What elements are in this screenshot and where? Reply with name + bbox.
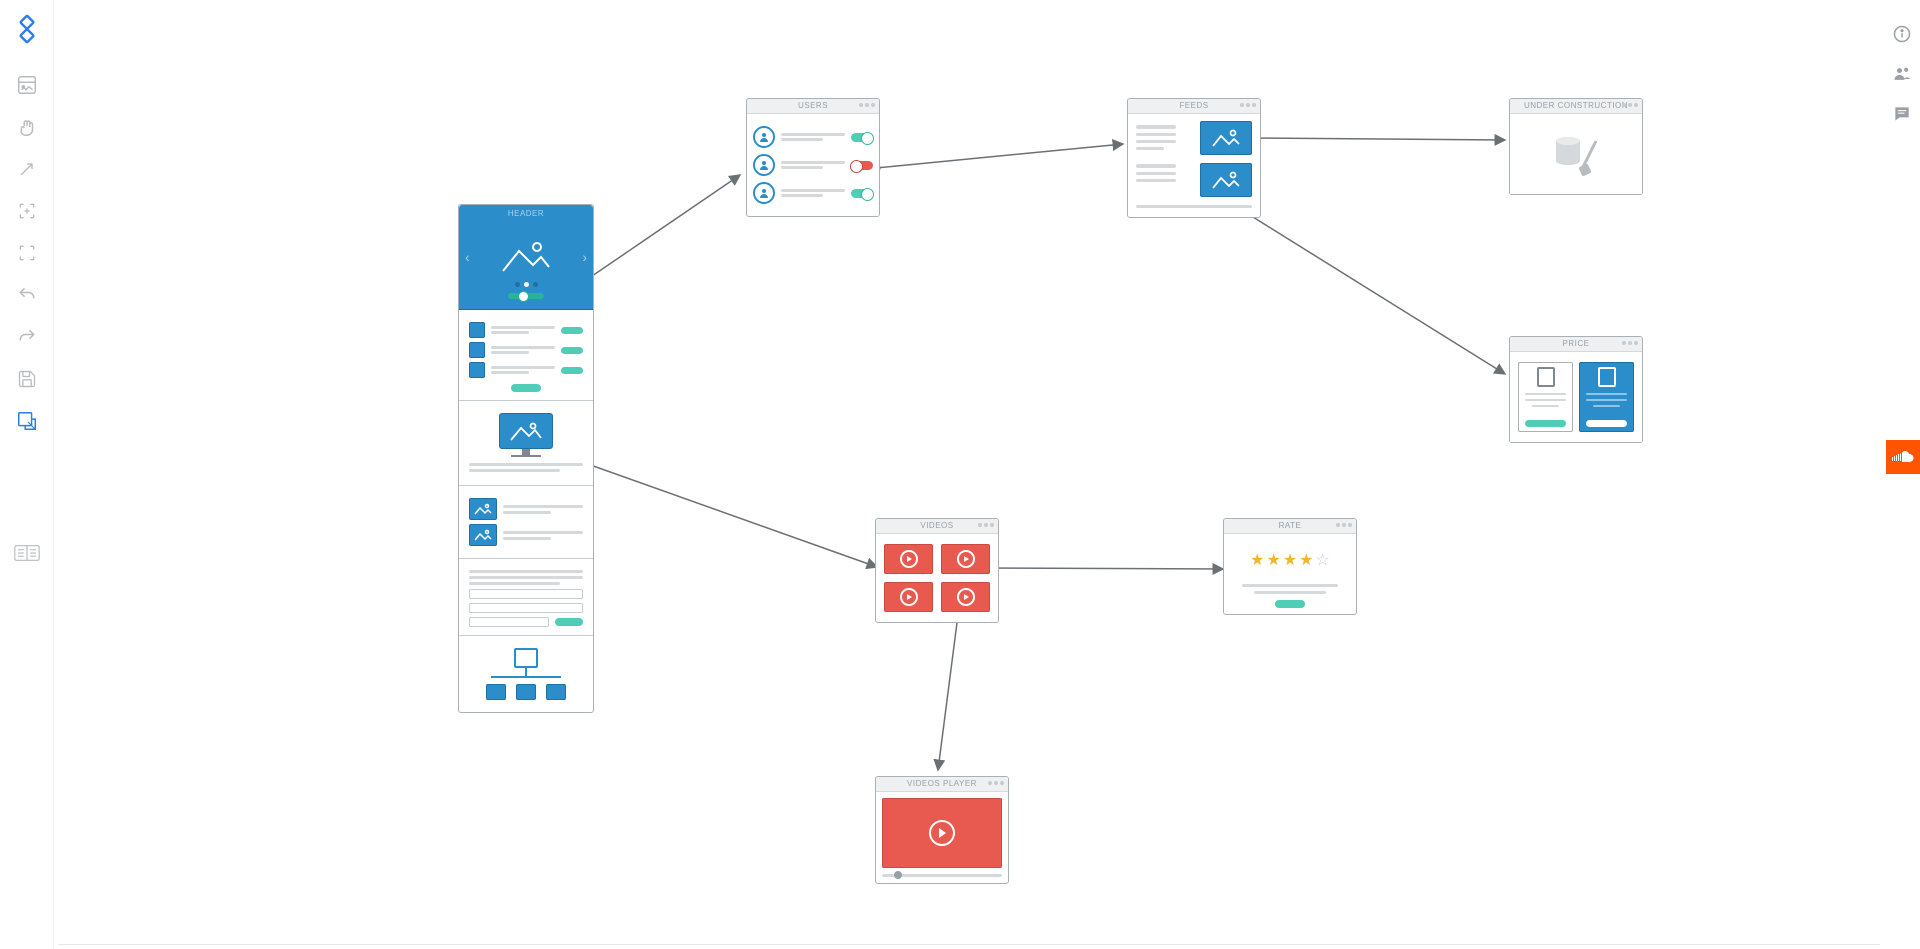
thumb-icon <box>469 362 485 378</box>
carousel-pager[interactable] <box>515 282 538 287</box>
page-users[interactable]: USERS <box>746 98 880 217</box>
feed-text-lines <box>1136 121 1176 186</box>
video-thumb-2[interactable] <box>941 544 990 574</box>
sitemap-node <box>514 648 538 668</box>
header-monitor-section <box>459 401 593 486</box>
user-toggle[interactable] <box>851 161 873 170</box>
play-icon <box>957 588 975 606</box>
star-icon[interactable]: ★ <box>1299 550 1313 570</box>
feed-image-1[interactable] <box>1200 121 1252 155</box>
user-avatar-icon <box>753 126 775 148</box>
window-dots-icon <box>978 523 994 527</box>
feed-image-2[interactable] <box>1200 163 1252 197</box>
comments-icon[interactable] <box>1888 100 1916 128</box>
play-icon[interactable] <box>929 820 955 846</box>
right-toolbar <box>1884 0 1920 949</box>
left-toolbar <box>0 0 54 949</box>
page-header[interactable]: HEADER ‹ › <box>458 204 594 713</box>
play-icon <box>900 550 918 568</box>
page-price[interactable]: PRICE <box>1509 336 1643 443</box>
carousel-prev-icon[interactable]: ‹ <box>465 249 470 265</box>
hand-tool-icon[interactable] <box>10 110 44 144</box>
keyboard-icon[interactable] <box>10 536 44 570</box>
action-pill[interactable] <box>561 347 583 354</box>
action-pill[interactable] <box>561 367 583 374</box>
user-avatar-icon <box>753 182 775 204</box>
app-logo[interactable] <box>8 10 46 48</box>
play-icon <box>900 588 918 606</box>
share-users-icon[interactable] <box>1888 60 1916 88</box>
more-button[interactable] <box>511 384 541 392</box>
canvas-bottom-rule <box>58 944 1880 945</box>
window-dots-icon <box>1622 341 1638 345</box>
undo-icon[interactable] <box>10 278 44 312</box>
submit-rating-button[interactable] <box>1275 600 1305 608</box>
header-hero[interactable]: HEADER ‹ › <box>459 205 593 310</box>
thumb-icon <box>469 322 485 338</box>
sitemap-child-node <box>516 684 536 700</box>
thumb-icon <box>469 342 485 358</box>
select-plan-button[interactable] <box>1586 420 1627 427</box>
window-dots-icon <box>1240 103 1256 107</box>
select-plan-button[interactable] <box>1525 420 1566 427</box>
page-construction[interactable]: UNDER CONSTRUCTION <box>1509 98 1643 195</box>
page-feeds[interactable]: FEEDS <box>1127 98 1261 218</box>
user-avatar-icon <box>753 154 775 176</box>
save-icon[interactable] <box>10 362 44 396</box>
rating-stars[interactable]: ★ ★ ★ ★ ☆ <box>1230 550 1350 570</box>
header-gallery-section <box>459 486 593 559</box>
submit-button[interactable] <box>555 618 583 626</box>
monitor-icon[interactable] <box>499 413 553 457</box>
action-pill[interactable] <box>561 327 583 334</box>
image-thumb-icon <box>469 498 497 520</box>
hero-slider[interactable] <box>508 293 544 299</box>
star-icon[interactable]: ★ <box>1283 550 1297 570</box>
info-icon[interactable] <box>1888 20 1916 48</box>
user-toggle[interactable] <box>851 133 873 142</box>
fullscreen-icon[interactable] <box>10 236 44 270</box>
image-thumb-icon <box>469 524 497 546</box>
add-frame-icon[interactable] <box>10 194 44 228</box>
window-dots-icon <box>859 103 875 107</box>
text-input[interactable] <box>469 589 583 599</box>
window-dots-icon <box>988 781 1004 785</box>
soundcloud-widget-icon[interactable] <box>1886 440 1920 474</box>
text-input[interactable] <box>469 617 549 627</box>
diagram-canvas[interactable]: HEADER ‹ › <box>54 0 1884 949</box>
header-list-section <box>459 310 593 401</box>
video-player[interactable] <box>882 798 1002 868</box>
arrow-tool-icon[interactable] <box>10 152 44 186</box>
star-icon[interactable]: ★ <box>1266 550 1280 570</box>
redo-icon[interactable] <box>10 320 44 354</box>
window-dots-icon <box>1622 103 1638 107</box>
page-rate[interactable]: RATE ★ ★ ★ ★ ☆ <box>1223 518 1357 615</box>
video-progress[interactable] <box>882 874 1002 877</box>
carousel-next-icon[interactable]: › <box>582 249 587 265</box>
pricing-plan-highlighted[interactable] <box>1579 362 1634 432</box>
play-icon <box>957 550 975 568</box>
pricing-plan-basic[interactable] <box>1518 362 1573 432</box>
window-dots-icon <box>1336 523 1352 527</box>
video-thumb-1[interactable] <box>884 544 933 574</box>
paint-bucket-icon <box>1548 129 1604 179</box>
sitemap-child-node <box>486 684 506 700</box>
header-sitemap-section <box>459 636 593 712</box>
image-placeholder-icon <box>498 237 554 277</box>
text-input[interactable] <box>469 603 583 613</box>
export-icon[interactable] <box>10 404 44 438</box>
sitemap-child-node <box>546 684 566 700</box>
page-videos[interactable]: VIDEOS <box>875 518 999 623</box>
components-panel-icon[interactable] <box>10 68 44 102</box>
header-form-section <box>459 559 593 636</box>
user-toggle[interactable] <box>851 189 873 198</box>
star-icon[interactable]: ★ <box>1250 550 1264 570</box>
video-thumb-4[interactable] <box>941 582 990 612</box>
star-icon[interactable]: ☆ <box>1316 550 1330 570</box>
page-videos-player[interactable]: VIDEOS PLAYER <box>875 776 1009 884</box>
video-thumb-3[interactable] <box>884 582 933 612</box>
page-header-title: HEADER <box>459 209 593 218</box>
